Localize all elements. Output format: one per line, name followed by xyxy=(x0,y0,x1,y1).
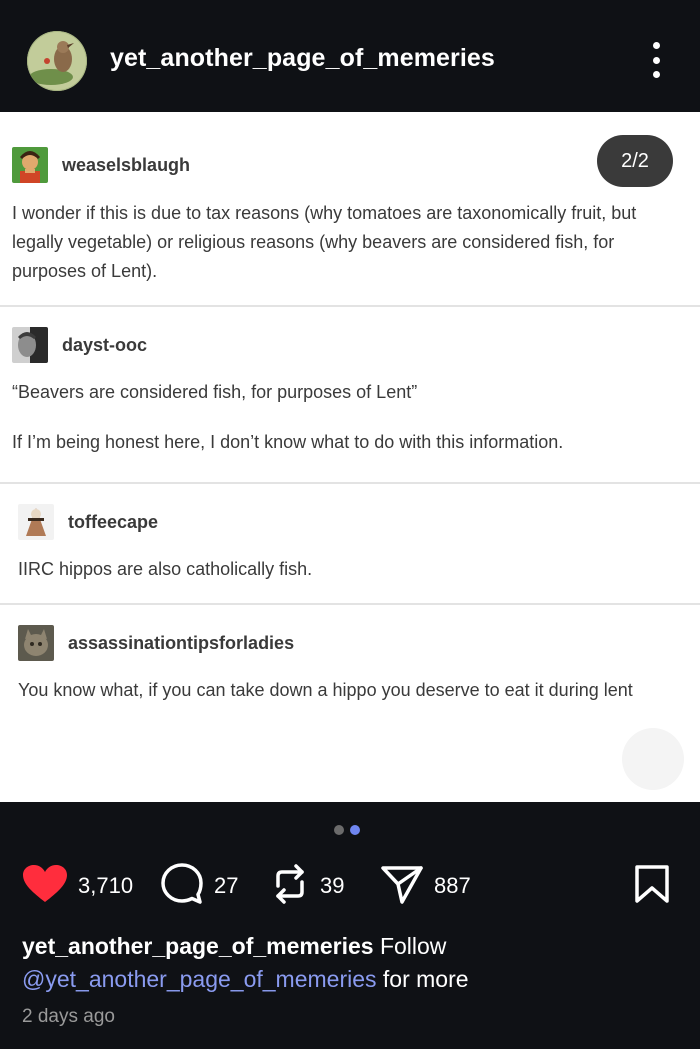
mention-link[interactable]: @yet_another_page_of_memeries xyxy=(22,966,377,992)
save-button[interactable] xyxy=(634,858,670,914)
user-icon xyxy=(18,625,54,661)
user-icon xyxy=(12,327,48,363)
send-icon xyxy=(380,862,424,911)
comment-quote: “Beavers are considered fish, for purpos… xyxy=(12,382,418,402)
kebab-dot xyxy=(652,42,660,49)
comment-username[interactable]: toffeecape xyxy=(68,512,158,533)
post-caption: yet_another_page_of_memeries Follow @yet… xyxy=(22,930,682,996)
comment-text: IIRC hippos are also catholically fish. xyxy=(18,559,313,579)
user-icon xyxy=(12,147,48,183)
comment-text: You know what, if you can take down a hi… xyxy=(18,680,633,700)
carousel-dot[interactable] xyxy=(334,825,344,835)
comment-icon xyxy=(160,862,204,911)
comment-username[interactable]: weaselsblaugh xyxy=(62,155,190,176)
more-options-icon[interactable] xyxy=(645,42,667,78)
overlay-circle xyxy=(622,728,684,790)
heart-icon xyxy=(22,864,68,909)
comment-text: If I’m being honest here, I don’t know w… xyxy=(12,432,564,452)
comment-divider xyxy=(0,482,700,484)
repost-count: 39 xyxy=(320,873,345,898)
action-bar: 3,710 27 39 887 xyxy=(0,858,700,914)
comment-header: dayst-ooc xyxy=(12,327,147,363)
comment-header: assassinationtipsforladies xyxy=(18,625,294,661)
caption-suffix: for more xyxy=(382,966,469,992)
carousel-dot-active[interactable] xyxy=(350,825,360,835)
comment-count: 27 xyxy=(214,873,239,898)
user-icon xyxy=(18,504,54,540)
like-button[interactable]: 3,710 xyxy=(22,858,133,914)
caption-account-name[interactable]: yet_another_page_of_memeries xyxy=(22,933,374,959)
kebab-dot xyxy=(652,56,660,64)
repost-icon xyxy=(270,862,310,911)
account-name[interactable]: yet_another_page_of_memeries xyxy=(110,44,495,73)
comment-button[interactable]: 27 xyxy=(160,858,238,914)
post-timestamp: 2 days ago xyxy=(22,1006,115,1027)
bookmark-icon xyxy=(634,864,670,909)
comment-divider xyxy=(0,603,700,605)
account-avatar[interactable] xyxy=(27,31,87,91)
comment-text: I wonder if this is due to tax reasons (… xyxy=(12,203,637,281)
comment-header: weaselsblaugh xyxy=(12,147,190,183)
comment-header: toffeecape xyxy=(18,504,158,540)
comment-divider xyxy=(0,305,700,307)
kebab-dot xyxy=(652,71,660,78)
comment-username[interactable]: assassinationtipsforladies xyxy=(68,633,294,654)
share-count: 887 xyxy=(434,873,471,898)
follow-link[interactable]: Follow xyxy=(380,933,446,959)
page-indicator-badge: 2/2 xyxy=(597,135,673,187)
caption-line-2: @yet_another_page_of_memeries for more xyxy=(22,963,682,996)
caption-line-1: yet_another_page_of_memeries Follow xyxy=(22,930,682,963)
post-header: yet_another_page_of_memeries xyxy=(0,0,700,112)
repost-button[interactable]: 39 xyxy=(270,858,344,914)
carousel-indicator xyxy=(334,825,360,835)
like-count: 3,710 xyxy=(78,873,134,898)
share-button[interactable]: 887 xyxy=(380,858,471,914)
comment-username[interactable]: dayst-ooc xyxy=(62,335,147,356)
